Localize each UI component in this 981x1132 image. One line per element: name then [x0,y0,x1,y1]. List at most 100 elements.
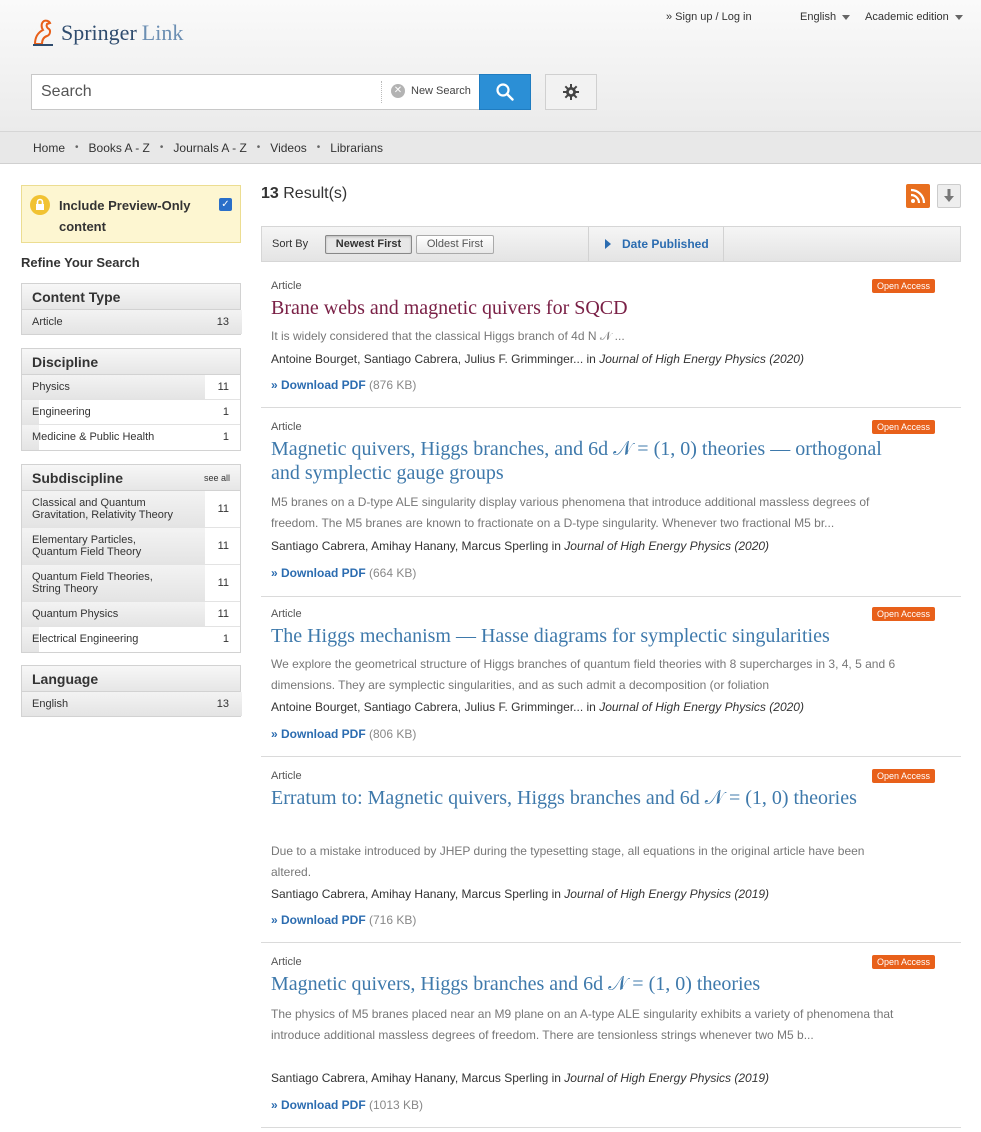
result-title[interactable]: Erratum to: Magnetic quivers, Higgs bran… [271,786,891,810]
download-pdf-label: » Download PDF [271,913,366,927]
signup-login-link[interactable]: » Sign up / Log in [666,11,752,23]
result-authors: Antoine Bourget, Santiago Cabrera, Juliu… [271,700,951,714]
nav-books[interactable]: Books A - Z [89,141,150,155]
download-pdf-link[interactable]: » Download PDF (806 KB) [271,727,416,741]
author-names[interactable]: Santiago Cabrera, Amihay Hanany, Marcus … [271,887,552,901]
see-all-link[interactable]: see all [204,465,230,491]
result-type: Article [271,956,302,968]
facet-item-label: Medicine & Public Health [32,431,155,443]
nav-separator: • [316,142,321,153]
triangle-right-icon [605,239,611,249]
facet-subdiscipline: Subdiscipline see all Classical and Quan… [21,464,241,653]
facet-item-english[interactable]: English 13 [22,692,242,716]
facet-item-article[interactable]: Article 13 [22,310,242,334]
result-type: Article [271,280,302,292]
result-type: Article [271,421,302,433]
clear-icon: ✕ [391,84,405,98]
language-label: English [800,11,837,23]
springer-link-logo[interactable]: Springer Link [31,18,183,48]
search-input[interactable] [32,75,380,109]
preview-only-checkbox[interactable]: ✓ [219,198,232,211]
refine-title: Refine Your Search [21,255,140,270]
gear-icon [563,84,579,100]
language-dropdown[interactable]: English [800,11,851,23]
facet-item-quantum-physics[interactable]: Quantum Physics 11 [22,602,240,627]
sort-oldest-button[interactable]: Oldest First [416,235,494,254]
nav-journals[interactable]: Journals A - Z [173,141,246,155]
download-pdf-label: » Download PDF [271,566,366,580]
facet-item-count: 1 [222,406,229,418]
facet-item-label: Quantum Physics [32,608,119,620]
facet-item-count: 11 [217,503,229,515]
facet-item-count: 11 [217,381,229,393]
nav-separator: • [75,142,79,153]
download-pdf-link[interactable]: » Download PDF (664 KB) [271,566,416,580]
facet-title: Language [22,666,240,692]
new-search-button[interactable]: ✕ New Search [391,84,471,98]
journal-name[interactable]: Journal of High Energy Physics (2020) [599,352,804,366]
result-item: Article Open Access The Higgs mechanism … [261,607,961,757]
rss-feed-button[interactable] [906,184,930,208]
result-snippet: Due to a mistake introduced by JHEP duri… [271,844,865,879]
sort-by-label: Sort By [272,238,309,250]
result-type: Article [271,770,302,782]
download-pdf-link[interactable]: » Download PDF (876 KB) [271,378,416,392]
download-pdf-link[interactable]: » Download PDF (716 KB) [271,913,416,927]
download-pdf-link[interactable]: » Download PDF (1013 KB) [271,1098,423,1112]
in-label: in [551,1071,565,1085]
result-title[interactable]: The Higgs mechanism — Hasse diagrams for… [271,624,891,648]
journal-name[interactable]: Journal of High Energy Physics (2020) [564,539,769,553]
facet-item-qft-string[interactable]: Quantum Field Theories, String Theory 11 [22,565,240,602]
facet-item-count: 11 [217,577,229,589]
date-published-label: Date Published [622,237,709,251]
facet-item-label: Engineering [32,406,91,418]
facet-header: Subdiscipline see all [22,465,240,491]
author-names[interactable]: Antoine Bourget, Santiago Cabrera, Juliu… [271,700,587,714]
author-names[interactable]: Santiago Cabrera, Amihay Hanany, Marcus … [271,539,552,553]
nav-librarians[interactable]: Librarians [330,141,383,155]
result-authors: Santiago Cabrera, Amihay Hanany, Marcus … [271,1071,951,1085]
facet-item-particles[interactable]: Elementary Particles, Quantum Field Theo… [22,528,240,565]
facet-item-electrical-engineering[interactable]: Electrical Engineering 1 [22,627,240,652]
download-pdf-label: » Download PDF [271,378,366,392]
facet-item-gravitation[interactable]: Classical and Quantum Gravitation, Relat… [22,491,240,528]
facet-item-count: 13 [216,316,229,328]
journal-name[interactable]: Journal of High Energy Physics (2020) [599,700,804,714]
sort-newest-button[interactable]: Newest First [325,235,412,254]
journal-name[interactable]: Journal of High Energy Physics (2019) [564,887,769,901]
date-published-toggle[interactable]: Date Published [605,237,709,251]
preview-only-toggle: Include Preview-Only content ✓ [21,185,241,243]
nav-videos[interactable]: Videos [270,141,306,155]
file-size: (664 KB) [365,566,417,580]
download-pdf-label: » Download PDF [271,727,366,741]
nav-separator: • [159,142,164,153]
journal-name[interactable]: Journal of High Energy Physics (2019) [564,1071,769,1085]
edition-dropdown[interactable]: Academic edition [865,11,963,23]
facet-item-count: 1 [222,633,229,645]
search-button[interactable] [479,74,531,110]
in-label: in [551,887,565,901]
open-access-badge: Open Access [872,769,936,783]
facet-item-physics[interactable]: Physics 11 [22,375,240,400]
in-label: in [586,700,600,714]
download-results-button[interactable] [937,184,961,208]
sort-bar: Sort By Newest First Oldest First Date P… [261,226,961,262]
author-names[interactable]: Santiago Cabrera, Amihay Hanany, Marcus … [271,1071,552,1085]
result-snippet: M5 branes on a D-type ALE singularity di… [271,495,870,530]
result-snippet: It is widely considered that the classic… [271,329,625,343]
result-title[interactable]: Magnetic quivers, Higgs branches and 6d … [271,972,891,996]
nav-home[interactable]: Home [33,141,65,155]
author-names[interactable]: Antoine Bourget, Santiago Cabrera, Juliu… [271,352,587,366]
result-title[interactable]: Brane webs and magnetic quivers for SQCD [271,296,891,320]
facet-item-count: 1 [222,431,229,443]
search-settings-button[interactable] [545,74,597,110]
facet-item-count: 13 [216,698,229,710]
download-pdf-label: » Download PDF [271,1098,366,1112]
result-authors: Antoine Bourget, Santiago Cabrera, Juliu… [271,352,951,366]
facet-item-medicine[interactable]: Medicine & Public Health 1 [22,425,240,450]
edition-label: Academic edition [865,11,949,23]
facet-item-engineering[interactable]: Engineering 1 [22,400,240,425]
result-title[interactable]: Magnetic quivers, Higgs branches, and 6d… [271,437,891,485]
result-item: Article Open Access Brane webs and magne… [261,279,961,408]
result-authors: Santiago Cabrera, Amihay Hanany, Marcus … [271,539,951,553]
